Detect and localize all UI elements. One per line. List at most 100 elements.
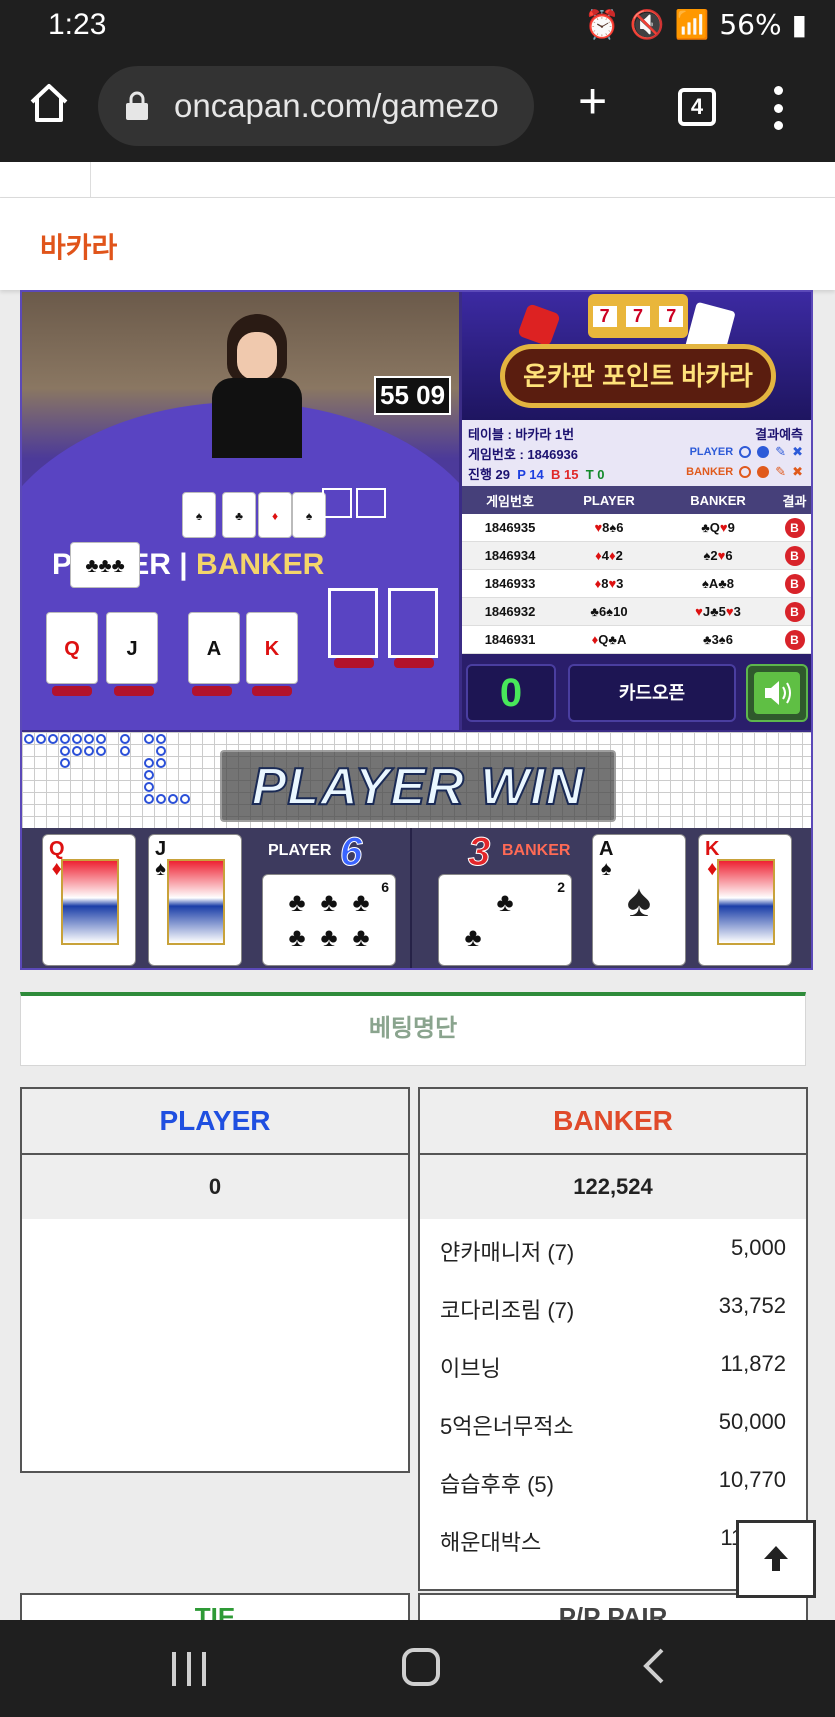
road-bead — [48, 734, 58, 744]
player-score-label: PLAYER — [268, 842, 332, 859]
home-icon[interactable] — [26, 80, 72, 126]
slot-machine-icon: 777 — [588, 294, 688, 338]
history-player-cards: ♦Q♣A — [591, 632, 627, 647]
betting-list-title: 베팅명단 — [20, 992, 806, 1066]
banner-title: 온카판 포인트 바카라 — [500, 344, 776, 408]
player-bets-header: PLAYER — [22, 1089, 408, 1155]
alarm-icon: ⏰ — [584, 8, 620, 41]
road-bead — [36, 734, 46, 744]
history-row: 1846935 ♥8♠6 ♣Q♥9 B — [462, 514, 811, 542]
history-table: 게임번호 PLAYER BANKER 결과 1846935 ♥8♠6 ♣Q♥9 B 18… — [462, 486, 811, 654]
banker-score: 3 — [467, 830, 491, 875]
win-banner: PLAYER WIN — [220, 750, 616, 822]
ring-icon[interactable] — [739, 466, 752, 478]
road-bead — [72, 746, 82, 756]
pencil-icon[interactable]: ✎ — [775, 444, 786, 460]
road-bead — [144, 758, 154, 768]
road-bead — [60, 734, 70, 744]
home-nav-icon[interactable] — [402, 1648, 440, 1686]
road-bead — [84, 734, 94, 744]
close-icon[interactable]: ✖ — [792, 444, 803, 460]
live-video: 55 09 ♠ ♣ ♦ ♠ PLAYER | BANKER ♣♣♣ Q J A … — [22, 292, 459, 730]
speaker-icon — [765, 681, 791, 705]
road-bead — [96, 746, 106, 756]
pencil-icon[interactable]: ✎ — [775, 464, 786, 480]
player-card-2: J ♠ — [148, 834, 242, 966]
tie-bets-header: TIE — [20, 1593, 410, 1623]
history-banker-cards: ♠A♣8 — [701, 576, 735, 591]
road-bead — [60, 758, 70, 768]
history-game-no: 1846931 — [484, 632, 536, 647]
recent-apps-icon[interactable] — [172, 1652, 206, 1686]
bettor-name: 습습후후 (5) — [440, 1472, 554, 1497]
bettor-name: 이브닝 — [440, 1356, 501, 1381]
bettor-name: 5억은너무적소 — [440, 1414, 574, 1439]
history-row: 1846932 ♣6♠10 ♥J♣5♥3 B — [462, 598, 811, 626]
road-bead — [120, 734, 130, 744]
banker-bets-column: BANKER 122,524 얀카매니저 (7) 5,000 코다리조림 (7) 33… — [418, 1087, 808, 1591]
player-third-card: 6 ♣ ♣ ♣ ♣ ♣ ♣ — [262, 874, 396, 966]
history-row: 1846934 ♦4♦2 ♠2♥6 B — [462, 542, 811, 570]
road-bead — [96, 734, 106, 744]
sub-navigation — [0, 162, 835, 198]
history-result-badge: B — [784, 601, 805, 622]
mute-icon: 🔇 — [629, 8, 665, 41]
bet-amount: 11,872 — [720, 1351, 786, 1376]
page-title: 바카라 — [40, 232, 118, 263]
road-bead — [72, 734, 82, 744]
new-tab-icon[interactable]: + — [578, 76, 607, 126]
bettor-name: 얀카매니저 (7) — [440, 1240, 575, 1265]
player-prediction: PLAYER ✎ ✖ — [689, 444, 803, 460]
dot-icon[interactable] — [757, 446, 770, 458]
history-banker-cards: ♣Q♥9 — [701, 520, 735, 535]
player-score: 6 — [339, 830, 363, 875]
status-icons: ⏰ 🔇 📶 56% ▮ — [585, 8, 807, 41]
game-number: 게임번호 : 1846936 — [468, 447, 579, 462]
road-bead — [144, 734, 154, 744]
road-bead — [120, 746, 130, 756]
road-bead — [144, 782, 154, 792]
history-result-badge: B — [784, 517, 805, 538]
card-open-button[interactable]: 카드오픈 — [568, 664, 736, 722]
history-player-cards: ♦8♥3 — [594, 576, 624, 591]
system-nav-bar — [0, 1620, 835, 1717]
road-bead — [84, 746, 94, 756]
player-card-1: Q ♦ — [42, 834, 136, 966]
sound-toggle-button[interactable] — [746, 664, 808, 722]
banker-prediction: BANKER ✎ ✖ — [686, 464, 803, 480]
more-menu-icon[interactable] — [770, 86, 786, 130]
history-player-cards: ♦4♦2 — [595, 548, 623, 563]
banker-bet-row: 습습후후 (5) 10,770 — [420, 1451, 806, 1509]
history-player-cards: ♣6♠10 — [590, 604, 628, 619]
banker-bet-row: 얀카매니저 (7) 5,000 — [420, 1219, 806, 1277]
status-time: 1:23 — [48, 8, 107, 41]
road-bead — [24, 734, 34, 744]
tab-switcher-button[interactable]: 4 — [678, 88, 716, 126]
dot-icon[interactable] — [757, 466, 770, 478]
banker-bets-header: BANKER — [420, 1089, 806, 1155]
history-banker-cards: ♣3♠6 — [703, 632, 733, 647]
browser-toolbar: oncapan.com/gamezo + 4 — [0, 50, 835, 162]
history-player-cards: ♥8♠6 — [594, 520, 624, 535]
arrow-up-icon — [764, 1546, 788, 1571]
bettor-name: 코다리조림 (7) — [440, 1298, 575, 1323]
battery-icon: ▮ — [791, 8, 807, 41]
url-text: oncapan.com/gamezo — [174, 87, 499, 124]
road-bead — [180, 794, 190, 804]
lock-icon — [124, 91, 164, 121]
game-banner: 777 온카판 포인트 바카라 — [462, 292, 811, 420]
banker-card-1: A ♠ ♠ — [592, 834, 686, 966]
road-bead — [156, 734, 166, 744]
road-bead — [60, 746, 70, 756]
status-bar: 1:23 ⏰ 🔇 📶 56% ▮ — [0, 0, 835, 50]
ring-icon[interactable] — [739, 446, 752, 458]
close-icon[interactable]: ✖ — [792, 464, 803, 480]
scroll-top-button[interactable] — [736, 1520, 816, 1598]
address-bar[interactable]: oncapan.com/gamezo — [98, 66, 534, 146]
back-icon[interactable] — [640, 1646, 670, 1691]
table-info: 테이블 : 바카라 1번 게임번호 : 1846936 진행 29 P 14 B… — [462, 420, 811, 486]
history-result-badge: B — [784, 573, 805, 594]
bettor-name: 해운대박스 — [440, 1530, 542, 1555]
player-bets-column: PLAYER 0 — [20, 1087, 410, 1473]
open-counter: 0 — [466, 664, 556, 722]
